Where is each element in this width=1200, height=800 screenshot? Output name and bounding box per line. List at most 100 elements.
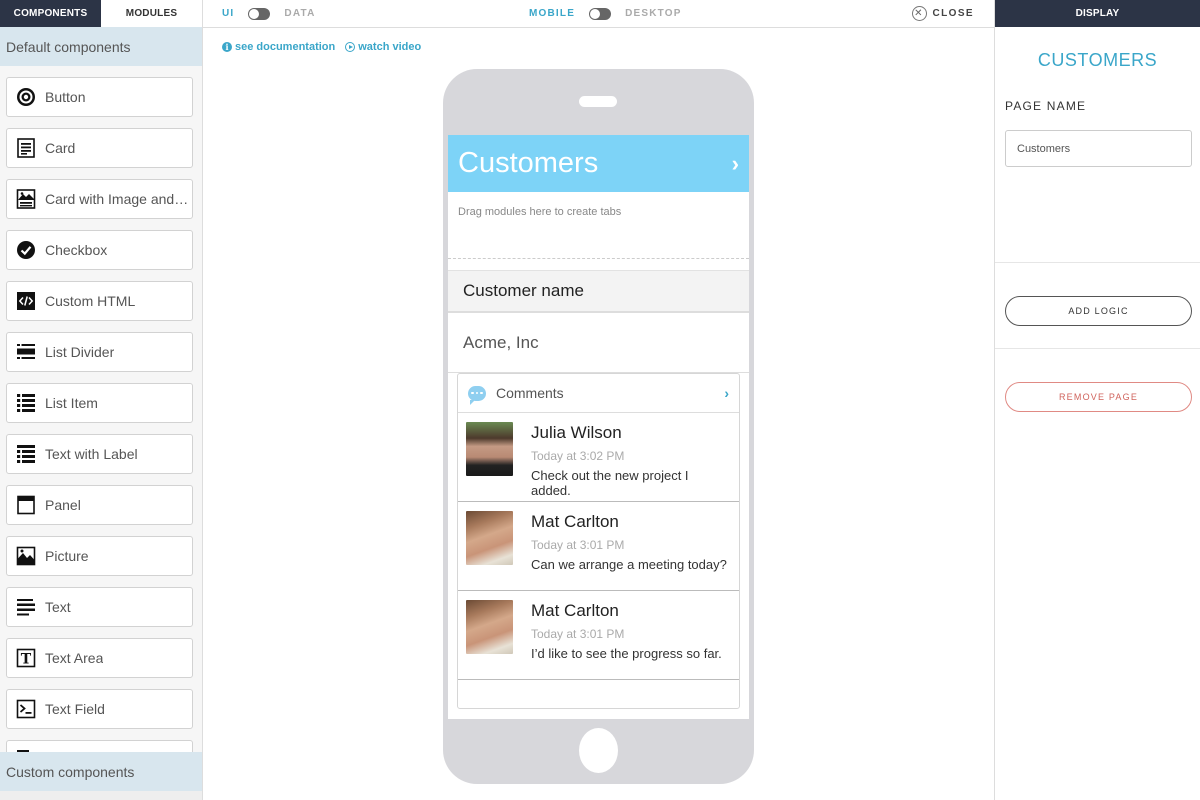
comments-title: Comments — [496, 385, 564, 401]
top-toolbar: UI DATA MOBILE DESKTOP ✕ CLOSE — [203, 0, 994, 28]
comment-author: Mat Carlton — [531, 512, 619, 531]
ui-data-toggle: UI DATA — [222, 0, 316, 27]
component-label: Custom HTML — [45, 293, 136, 309]
remove-page-button[interactable]: REMOVE PAGE — [1005, 382, 1192, 412]
mobile-desktop-toggle: MOBILE DESKTOP — [529, 0, 682, 27]
page-name-label: PAGE NAME — [1005, 99, 1087, 113]
component-card-with-image[interactable]: Card with Image and 2... — [6, 179, 193, 219]
comment-item[interactable]: Mat Carlton Today at 3:01 PM Can we arra… — [458, 502, 739, 591]
page-name-input[interactable] — [1005, 130, 1192, 167]
component-list[interactable]: Button Card Card with Image and 2... Che… — [0, 66, 202, 753]
component-label: Panel — [45, 497, 81, 513]
component-label: Text with Label — [45, 446, 138, 462]
comment-time: Today at 3:01 PM — [531, 627, 625, 641]
left-panel-tabs: COMPONENTS MODULES — [0, 0, 202, 27]
comment-time: Today at 3:02 PM — [531, 449, 625, 463]
component-label: Text Field — [45, 701, 105, 717]
custom-components-area — [0, 791, 202, 800]
avatar — [466, 422, 513, 476]
mobile-desktop-switch[interactable] — [589, 7, 612, 20]
component-list-divider[interactable]: List Divider — [6, 332, 193, 372]
watch-video-link[interactable]: watch video — [345, 41, 421, 53]
add-logic-button[interactable]: ADD LOGIC — [1005, 296, 1192, 326]
component-panel[interactable]: Panel — [6, 485, 193, 525]
tab-display[interactable]: DISPLAY — [995, 0, 1200, 27]
toggle-data-label[interactable]: DATA — [284, 8, 315, 19]
component-text-with-label[interactable]: Text with Label — [6, 434, 193, 474]
target-icon — [16, 87, 36, 107]
svg-text:T: T — [21, 652, 32, 668]
components-panel: COMPONENTS MODULES Default components Bu… — [0, 0, 203, 800]
list-divider-icon — [16, 342, 36, 362]
component-text-area[interactable]: T Text Area — [6, 638, 193, 678]
phone-screen[interactable]: Customers › Drag modules here to create … — [448, 135, 749, 719]
close-circle-icon: ✕ — [911, 6, 927, 21]
tab-drop-zone[interactable]: Drag modules here to create tabs — [448, 192, 749, 259]
divider — [995, 348, 1200, 349]
component-text-field[interactable]: Text Field — [6, 689, 193, 729]
component-label: List Divider — [45, 344, 115, 360]
comment-time: Today at 3:01 PM — [531, 538, 625, 552]
chat-bubble-icon — [468, 385, 486, 405]
list-item-icon — [16, 393, 36, 413]
ui-data-switch[interactable] — [248, 7, 271, 20]
comment-item[interactable]: Mat Carlton Today at 3:01 PM I’d like to… — [458, 591, 739, 680]
text-area-icon: T — [16, 648, 36, 668]
phone-preview: Customers › Drag modules here to create … — [443, 69, 754, 784]
component-label: Button — [45, 89, 86, 105]
tab-modules[interactable]: MODULES — [101, 0, 202, 27]
component-label: Picture — [45, 548, 89, 564]
see-documentation-link[interactable]: i see documentation — [222, 41, 335, 53]
comments-footer — [458, 680, 739, 708]
component-picture[interactable]: Picture — [6, 536, 193, 576]
customer-name-value[interactable]: Acme, Inc — [448, 313, 749, 373]
comments-card[interactable]: Comments › Julia Wilson Today at 3:02 PM… — [457, 373, 740, 709]
code-icon — [16, 291, 36, 311]
component-label: Card with Image and 2... — [45, 191, 192, 207]
phone-speaker — [579, 96, 617, 107]
avatar — [466, 600, 513, 654]
app-builder: COMPONENTS MODULES Default components Bu… — [0, 0, 1200, 800]
component-card[interactable]: Card — [6, 128, 193, 168]
text-icon — [16, 597, 36, 617]
documentation-label: see documentation — [235, 41, 336, 53]
panel-icon — [16, 495, 36, 515]
comment-text: Check out the new project I added. — [531, 468, 689, 498]
customer-name-label[interactable]: Customer name — [448, 270, 749, 313]
toggle-mobile-label[interactable]: MOBILE — [529, 8, 575, 19]
component-label: Text — [45, 599, 71, 615]
page-header[interactable]: Customers › — [448, 135, 749, 192]
component-custom-html[interactable]: Custom HTML — [6, 281, 193, 321]
custom-components-header[interactable]: Custom components — [0, 752, 202, 791]
default-components-header[interactable]: Default components — [0, 27, 202, 66]
component-label: List Item — [45, 395, 98, 411]
chevron-right-icon[interactable]: › — [724, 385, 729, 401]
video-label: watch video — [358, 41, 422, 53]
tab-components[interactable]: COMPONENTS — [0, 0, 101, 27]
component-label: Text Area — [45, 650, 104, 666]
comment-author: Julia Wilson — [531, 423, 622, 442]
toggle-ui-label[interactable]: UI — [222, 8, 234, 19]
divider — [995, 262, 1200, 263]
close-button[interactable]: ✕ CLOSE — [911, 0, 974, 27]
avatar — [466, 511, 513, 565]
page-header-title: Customers — [458, 147, 599, 179]
component-checkbox[interactable]: Checkbox — [6, 230, 193, 270]
comments-header[interactable]: Comments › — [458, 374, 739, 413]
play-icon — [345, 42, 356, 52]
panel-title: CUSTOMERS — [1037, 50, 1158, 70]
component-list-item[interactable]: List Item — [6, 383, 193, 423]
phone-home-button — [579, 728, 618, 773]
checkbox-icon — [16, 240, 36, 260]
toggle-desktop-label[interactable]: DESKTOP — [625, 8, 682, 19]
chevron-right-icon[interactable]: › — [732, 151, 739, 177]
comment-item[interactable]: Julia Wilson Today at 3:02 PM Check out … — [458, 413, 739, 502]
component-label: Checkbox — [45, 242, 108, 258]
comment-text: Can we arrange a meeting today? — [531, 557, 727, 572]
component-text[interactable]: Text — [6, 587, 193, 627]
picture-icon — [16, 546, 36, 566]
card-icon — [16, 138, 36, 158]
component-label: Card — [45, 140, 76, 156]
component-button[interactable]: Button — [6, 77, 193, 117]
text-field-icon — [16, 699, 36, 719]
